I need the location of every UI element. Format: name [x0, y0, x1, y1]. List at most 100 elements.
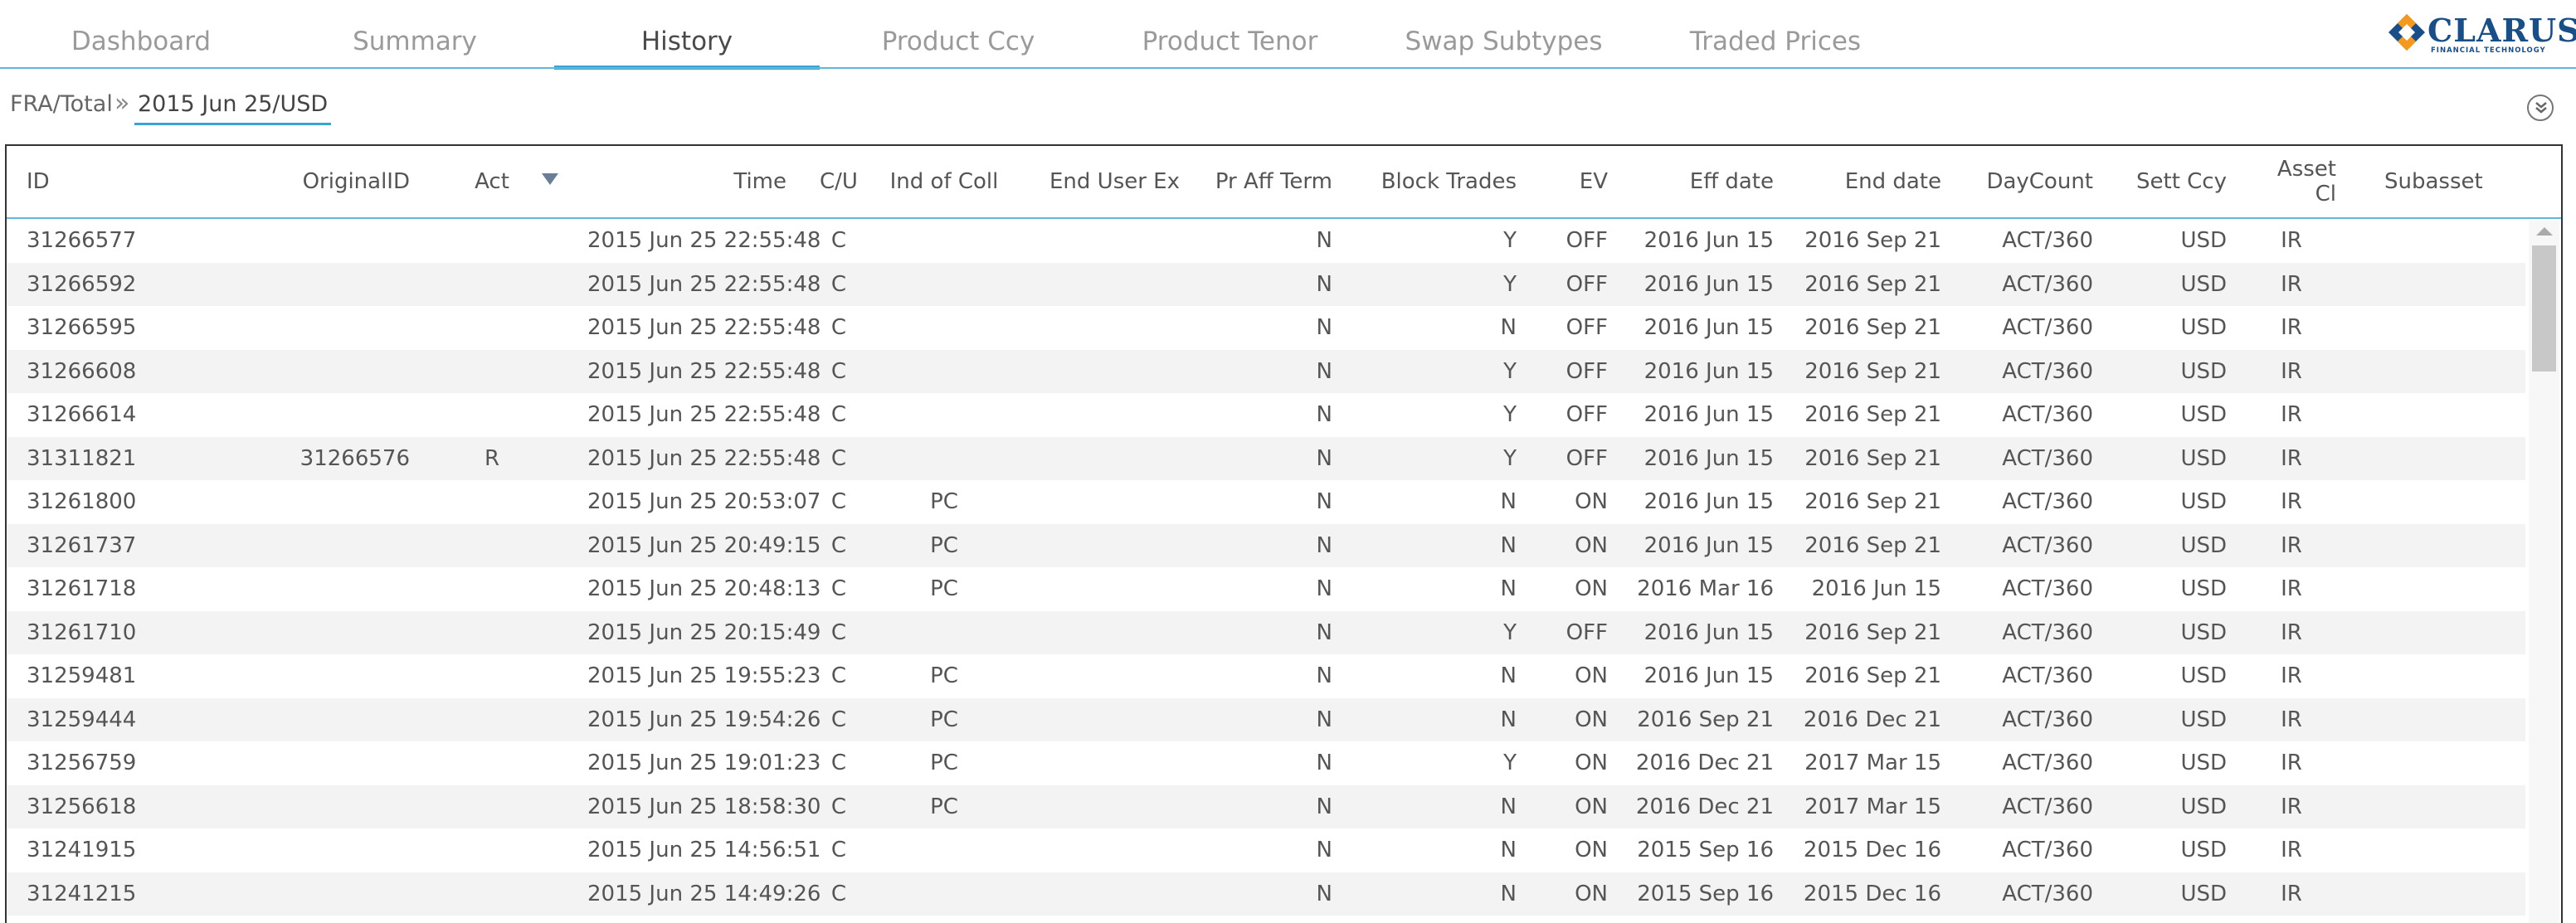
cell-end-user-ex [1027, 654, 1180, 698]
tab-dashboard[interactable]: Dashboard [50, 0, 232, 70]
table-row[interactable]: 31256618 2015 Jun 25 18:58:30 C PC N N ON 2016 … [7, 785, 2525, 829]
vertical-scrollbar[interactable] [2529, 221, 2559, 923]
logo-brand: CLARUS [2427, 12, 2576, 49]
grid-header: ID OriginalID Act Time C/U Ind of Coll E… [7, 146, 2561, 219]
table-row[interactable]: 31311821 31266576 R 2015 Jun 25 22:55:48 C N Y… [7, 436, 2525, 480]
cell-pr-aff-term: N [1316, 663, 1332, 688]
scrollbar-thumb[interactable] [2532, 245, 2556, 372]
cell-cu: C [830, 271, 847, 297]
sort-descending-icon[interactable] [541, 172, 559, 186]
cell-ind-coll [878, 263, 1010, 307]
cell-asset-cl: IR [2281, 271, 2302, 297]
col-header-ind-of-coll[interactable]: Ind of Coll [878, 146, 1010, 217]
col-header-end-user-ex[interactable]: End User Ex [1027, 146, 1180, 217]
cell-subasset [2384, 524, 2509, 568]
table-row[interactable]: 31266577 2015 Jun 25 22:55:48 C N Y OFF 2016 J… [7, 219, 2525, 263]
cell-subasset [2384, 698, 2509, 742]
col-header-end-date[interactable]: End date [1799, 146, 1941, 217]
col-header-pr-aff-term[interactable]: Pr Aff Term [1193, 146, 1332, 217]
table-row[interactable]: 31266608 2015 Jun 25 22:55:48 C N Y OFF 2016 J… [7, 349, 2525, 394]
table-row[interactable]: 31266614 2015 Jun 25 22:55:48 C N Y OFF 2016 J… [7, 393, 2525, 437]
cell-eff-date: 2016 Mar 16 [1637, 576, 1774, 601]
table-row[interactable]: 31266592 2015 Jun 25 22:55:48 C N Y OFF 2016 J… [7, 262, 2525, 307]
cell-block-trades: N [1500, 489, 1517, 514]
col-header-id[interactable]: ID [27, 146, 151, 217]
col-header-ev[interactable]: EV [1541, 146, 1608, 217]
col-header-time[interactable]: Time [587, 146, 786, 217]
table-row[interactable]: 31261710 2015 Jun 25 20:15:49 C N Y OFF 2016 J… [7, 610, 2525, 655]
col-header-block-trades[interactable]: Block Trades [1367, 146, 1517, 217]
cell-ind-coll [878, 611, 1010, 655]
cell-pr-aff-term: N [1316, 838, 1332, 862]
table-row[interactable]: 31259444 2015 Jun 25 19:54:26 C PC N N ON 2016 … [7, 697, 2525, 742]
double-chevron-down-icon [2535, 102, 2547, 114]
cell-id: 31266608 [27, 358, 137, 384]
clarus-logo[interactable]: CLARUS FINANCIAL TECHNOLOGY [2388, 10, 2576, 56]
col-header-cu[interactable]: C/U [810, 146, 868, 217]
cell-end-date: 2015 Dec 16 [1803, 881, 1941, 906]
breadcrumb-item-current[interactable]: 2015 Jun 25/USD [134, 91, 332, 125]
tab-traded-prices[interactable]: Traded Prices [1676, 0, 1875, 70]
col-header-original-id[interactable]: OriginalID [256, 146, 410, 217]
cell-block-trades: Y [1503, 619, 1517, 645]
col-header-sett-ccy[interactable]: Sett Ccy [2130, 146, 2227, 217]
col-header-subasset[interactable]: Subasset [2384, 146, 2509, 217]
table-row[interactable]: 31256759 2015 Jun 25 19:01:23 C PC N Y ON 2016 … [7, 741, 2525, 785]
cell-block-trades: N [1500, 881, 1517, 906]
cell-id: 31266577 [27, 228, 137, 253]
cell-ind-coll [878, 828, 1010, 872]
tab-history[interactable]: History [554, 0, 820, 70]
table-row[interactable]: 31259481 2015 Jun 25 19:55:23 C PC N N ON 2016 … [7, 654, 2525, 698]
cell-asset-cl: IR [2281, 489, 2302, 514]
cell-block-trades: N [1500, 576, 1517, 601]
cell-act [455, 828, 529, 872]
collapse-button[interactable] [2527, 95, 2554, 121]
cell-sett-ccy: USD [2180, 445, 2227, 471]
tab-swap-subtypes[interactable]: Swap Subtypes [1394, 0, 1614, 70]
tab-product-tenor[interactable]: Product Tenor [1128, 0, 1332, 70]
cell-time: 2015 Jun 25 19:55:23 [587, 663, 821, 688]
breadcrumb-item-root[interactable]: FRA/Total [10, 91, 113, 117]
cell-time: 2015 Jun 25 22:55:48 [587, 271, 821, 297]
cell-cu: C [830, 358, 847, 384]
cell-end-date: 2017 Mar 15 [1804, 751, 1941, 775]
cell-original-id [256, 350, 410, 394]
table-row[interactable]: 31266595 2015 Jun 25 22:55:48 C N N OFF 2016 J… [7, 306, 2525, 350]
cell-cu: C [830, 489, 847, 514]
table-row[interactable]: 31241915 2015 Jun 25 14:56:51 C N N ON 2015 Se… [7, 828, 2525, 872]
cell-block-trades: N [1500, 663, 1517, 688]
col-header-daycount[interactable]: DayCount [1981, 146, 2093, 217]
cell-pr-aff-term: N [1316, 445, 1332, 471]
cell-daycount: ACT/360 [2002, 358, 2093, 384]
cell-end-user-ex [1027, 828, 1180, 872]
table-row[interactable]: 31261718 2015 Jun 25 20:48:13 C PC N N ON 2016 … [7, 567, 2525, 611]
cell-original-id [256, 785, 410, 829]
cell-cu: C [830, 881, 847, 906]
cell-sett-ccy: USD [2180, 576, 2227, 601]
cell-ev: OFF [1566, 228, 1608, 253]
tab-summary[interactable]: Summary [324, 0, 506, 70]
col-header-eff-date[interactable]: Eff date [1633, 146, 1774, 217]
cell-pr-aff-term: N [1316, 271, 1332, 297]
table-row[interactable]: 31241215 2015 Jun 25 14:49:26 C N N ON 2015 Se… [7, 872, 2525, 916]
cell-id: 31261737 [27, 532, 137, 558]
col-header-asset-cl[interactable]: Asset Cl [2247, 146, 2336, 217]
cell-subasset [2384, 219, 2509, 263]
cell-asset-cl: IR [2281, 751, 2302, 775]
scroll-up-icon[interactable] [2536, 227, 2553, 236]
table-row[interactable]: 31261800 2015 Jun 25 20:53:07 C PC N N ON 2016 … [7, 480, 2525, 524]
cell-time: 2015 Jun 25 20:48:13 [587, 576, 821, 601]
cell-eff-date: 2016 Jun 15 [1643, 271, 1774, 297]
cell-id: 31261718 [27, 576, 137, 601]
cell-ev: ON [1575, 794, 1608, 819]
tab-product-ccy[interactable]: Product Ccy [855, 0, 1062, 70]
cell-daycount: ACT/360 [2002, 881, 2093, 906]
col-header-act[interactable]: Act [455, 146, 529, 217]
cell-sett-ccy: USD [2180, 707, 2227, 732]
cell-daycount: ACT/360 [2002, 402, 2093, 427]
cell-subasset [2384, 785, 2509, 829]
cell-cu: C [830, 794, 847, 819]
cell-id: 31266595 [27, 315, 137, 340]
cell-asset-cl: IR [2281, 228, 2302, 253]
table-row[interactable]: 31261737 2015 Jun 25 20:49:15 C PC N N ON 2016 … [7, 523, 2525, 568]
